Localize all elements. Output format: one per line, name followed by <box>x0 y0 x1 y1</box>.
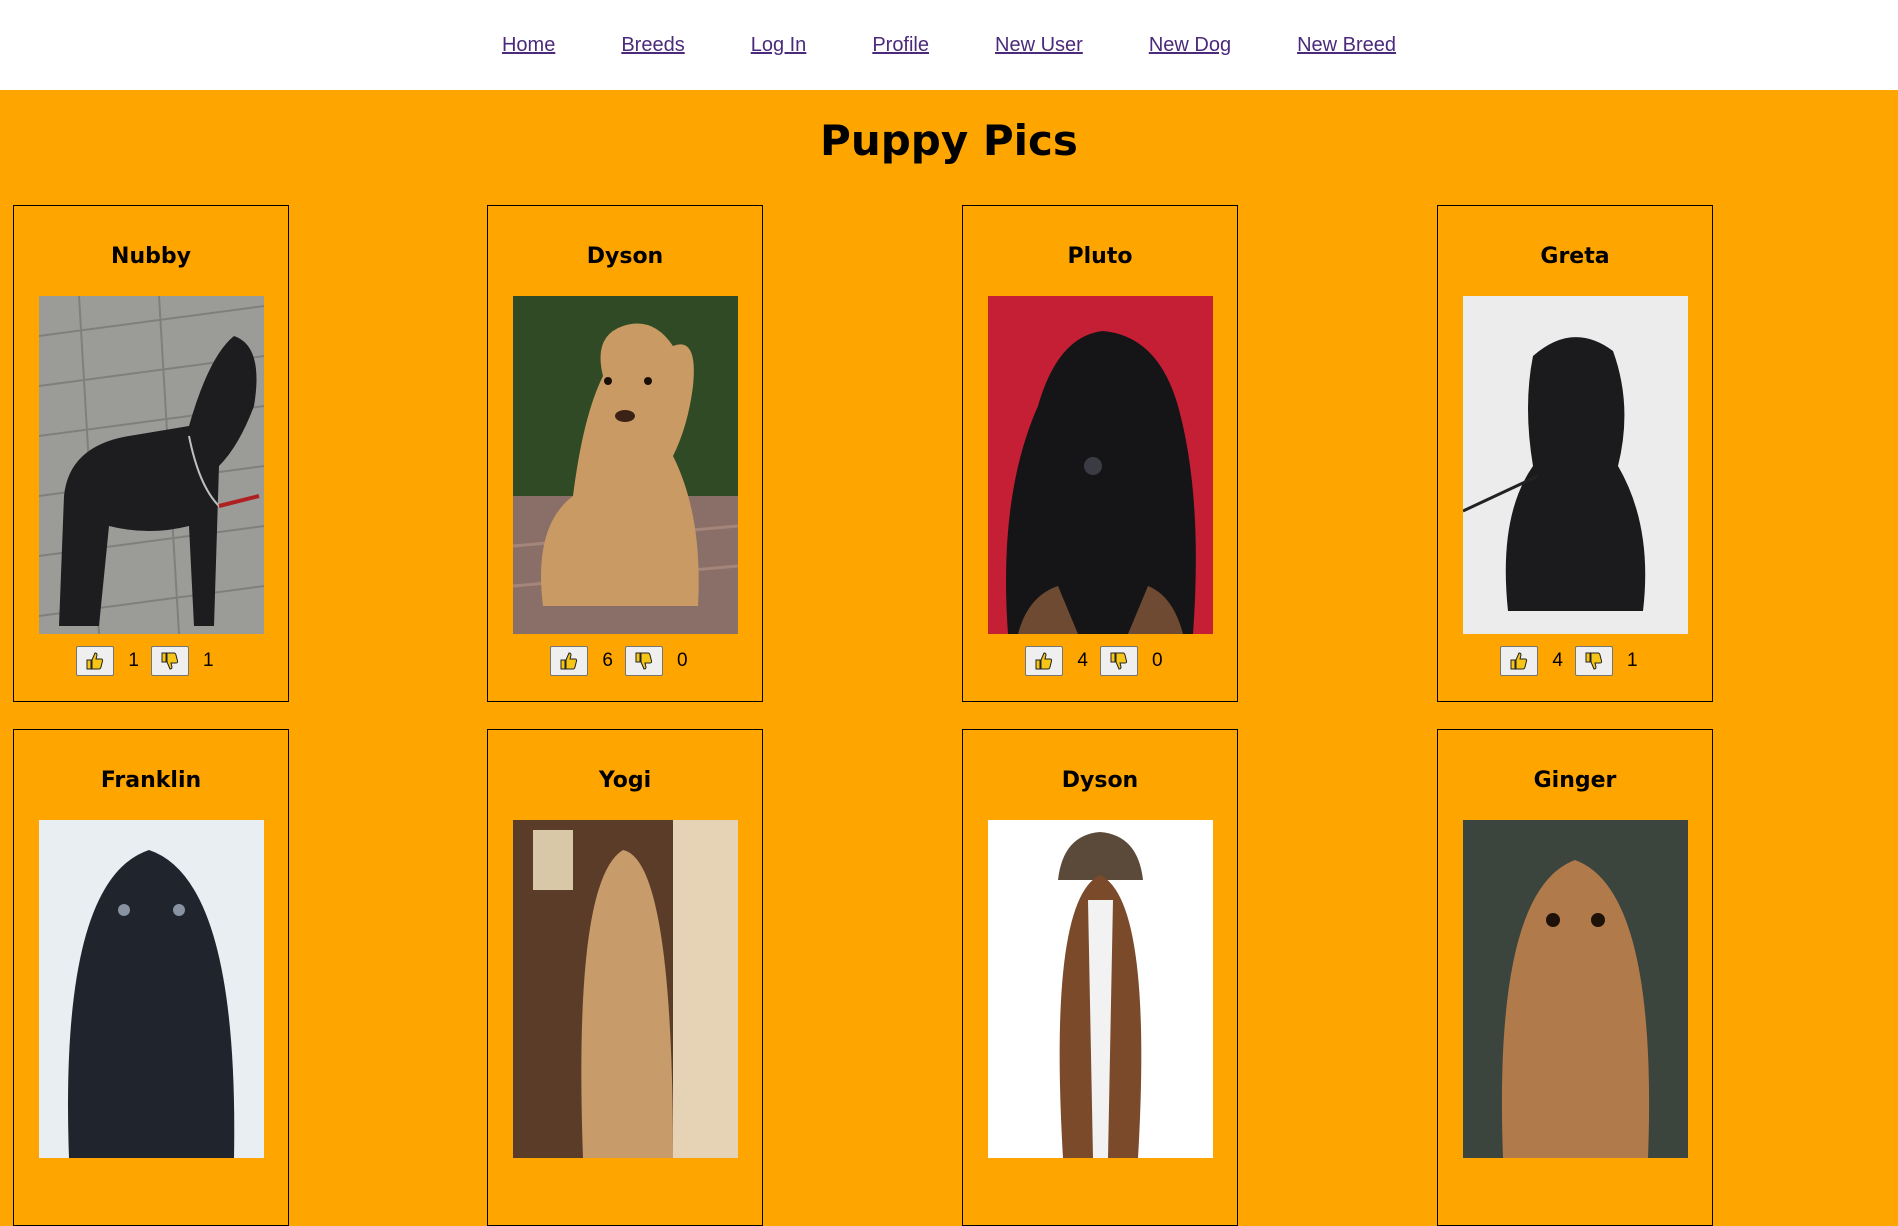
dog-photo-image <box>1463 296 1688 634</box>
dog-name: Greta <box>1540 244 1610 269</box>
thumbs-down-icon <box>161 652 179 670</box>
dog-photo[interactable] <box>1463 296 1688 634</box>
vote-bar: 4 1 <box>1438 646 1712 676</box>
like-button[interactable] <box>1500 646 1539 676</box>
nav-new-user[interactable]: New User <box>995 34 1083 57</box>
dog-photo[interactable] <box>513 296 738 634</box>
dog-card: Dyson <box>962 729 1238 1226</box>
dog-photo[interactable] <box>988 820 1213 1158</box>
dog-card: Pluto 4 0 <box>962 205 1238 702</box>
like-count: 4 <box>1552 650 1563 671</box>
thumbs-up-icon <box>1035 652 1053 670</box>
dog-photo-image <box>1463 820 1688 1158</box>
thumbs-up-icon <box>560 652 578 670</box>
dog-photo-image <box>39 296 264 634</box>
dog-photo[interactable] <box>513 820 738 1158</box>
dog-card: Franklin <box>13 729 289 1226</box>
dog-name: Franklin <box>100 768 202 793</box>
dog-photo-image <box>513 820 738 1158</box>
thumbs-down-icon <box>1585 652 1603 670</box>
dog-card: Yogi <box>487 729 763 1226</box>
dog-photo[interactable] <box>988 296 1213 634</box>
thumbs-up-icon <box>86 652 104 670</box>
dog-photo-image <box>988 820 1213 1158</box>
dog-name: Dyson <box>586 244 664 269</box>
page-title: Puppy Pics <box>820 116 1078 165</box>
nav-home[interactable]: Home <box>502 34 555 57</box>
like-count: 4 <box>1077 650 1088 671</box>
dislike-button[interactable] <box>625 646 663 676</box>
like-count: 6 <box>602 650 613 671</box>
dislike-button[interactable] <box>1100 646 1138 676</box>
dog-photo[interactable] <box>39 296 264 634</box>
dog-name: Pluto <box>1067 244 1133 269</box>
dog-name: Ginger <box>1533 768 1617 793</box>
dog-photo-image <box>39 820 264 1158</box>
dog-photo-image <box>988 296 1213 634</box>
dog-photo[interactable] <box>39 820 264 1158</box>
like-button[interactable] <box>76 646 115 676</box>
nav-profile[interactable]: Profile <box>872 34 929 57</box>
dislike-count: 1 <box>203 650 214 671</box>
thumbs-down-icon <box>635 652 653 670</box>
dog-name: Nubby <box>111 244 191 269</box>
nav-new-breed[interactable]: New Breed <box>1297 34 1396 57</box>
dog-photo[interactable] <box>1463 820 1688 1158</box>
top-nav: Home Breeds Log In Profile New User New … <box>0 0 1898 90</box>
dog-photo-image <box>513 296 738 634</box>
like-count: 1 <box>128 650 139 671</box>
dislike-count: 0 <box>677 650 688 671</box>
nav-new-dog[interactable]: New Dog <box>1149 34 1231 57</box>
like-button[interactable] <box>550 646 589 676</box>
dog-card: Dyson 6 0 <box>487 205 763 702</box>
dislike-count: 1 <box>1627 650 1638 671</box>
nav-log-in[interactable]: Log In <box>751 34 807 57</box>
thumbs-down-icon <box>1110 652 1128 670</box>
dog-card: Greta 4 1 <box>1437 205 1713 702</box>
dog-card: Nubby 1 1 <box>13 205 289 702</box>
dog-name: Dyson <box>1061 768 1139 793</box>
vote-bar: 4 0 <box>963 646 1237 676</box>
vote-bar: 1 1 <box>14 646 288 676</box>
nav-breeds[interactable]: Breeds <box>621 34 684 57</box>
like-button[interactable] <box>1025 646 1064 676</box>
dislike-count: 0 <box>1152 650 1163 671</box>
vote-bar: 6 0 <box>488 646 762 676</box>
dog-grid: Nubby 1 1 Dyson 6 0 Pluto 4 0 Greta 4 1 … <box>0 195 1898 1226</box>
dislike-button[interactable] <box>1575 646 1613 676</box>
thumbs-up-icon <box>1510 652 1528 670</box>
dislike-button[interactable] <box>151 646 189 676</box>
dog-name: Yogi <box>598 768 652 793</box>
dog-card: Ginger <box>1437 729 1713 1226</box>
